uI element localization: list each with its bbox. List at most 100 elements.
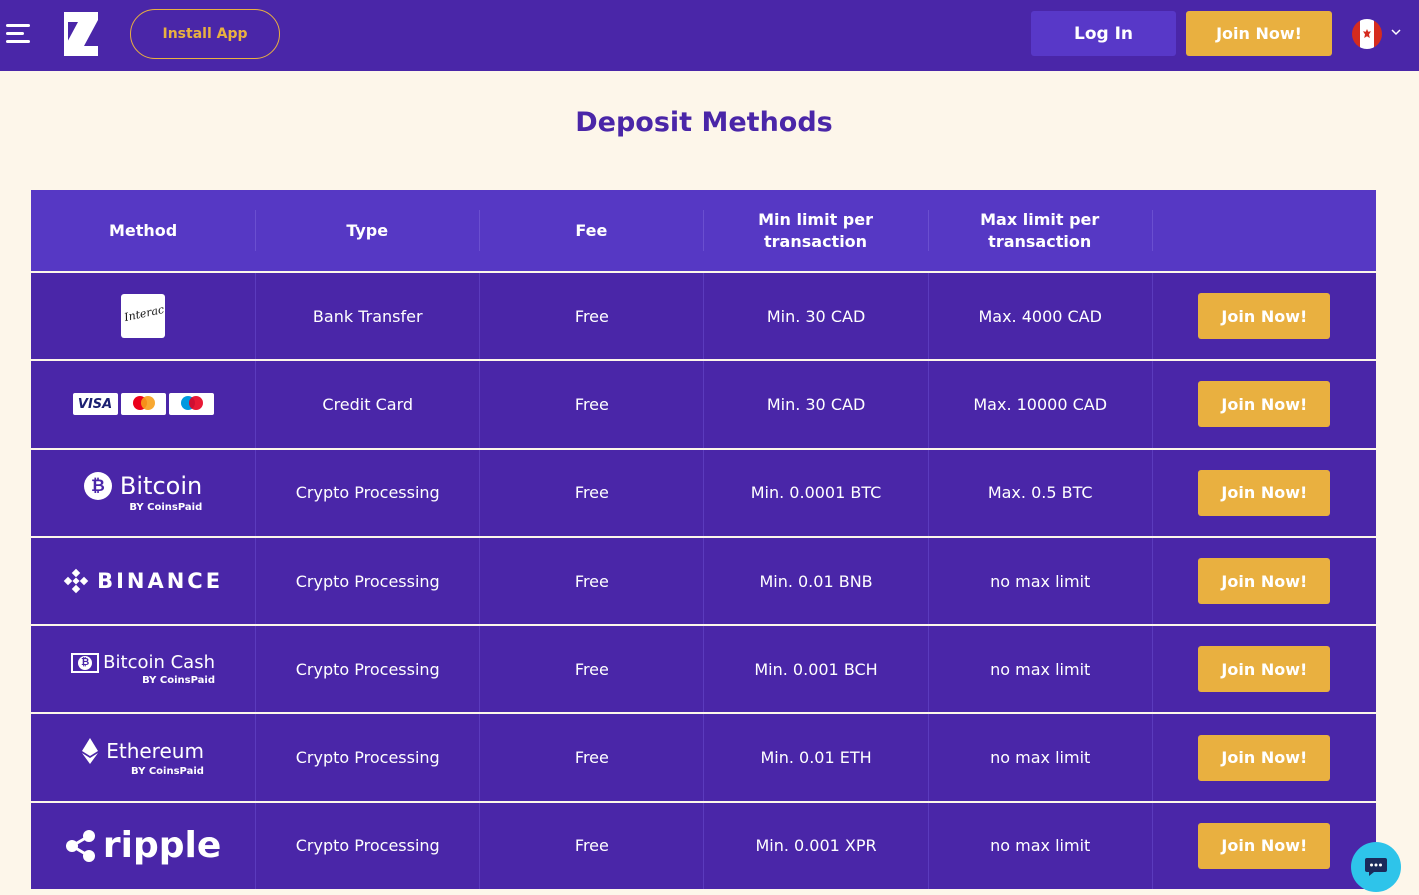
bitcoin-logo: ₿ Bitcoin BY CoinsPaid: [83, 472, 203, 514]
log-in-button[interactable]: Log In: [1031, 11, 1176, 56]
maestro-icon: [168, 393, 214, 416]
join-now-button[interactable]: Join Now!: [1198, 822, 1331, 869]
live-chat-button[interactable]: [1351, 842, 1401, 892]
max-limit-cell: no max limit: [927, 537, 1152, 625]
table-row: Interac Bank Transfer Free Min. 30 CAD M…: [31, 273, 1376, 362]
table-row: BINANCE Crypto Processing Free Min. 0.01…: [31, 537, 1376, 627]
min-limit-cell: Min. 0.001 BCH: [703, 626, 927, 713]
interac-logo: Interac: [121, 294, 166, 339]
deposit-methods-table: Method Type Fee Min limit per transactio…: [31, 190, 1376, 892]
table-row: Ethereum BY CoinsPaid Crypto Processing …: [31, 714, 1376, 803]
interac-logo-text: Interac: [123, 303, 166, 325]
join-now-button[interactable]: Join Now!: [1198, 558, 1331, 605]
column-header-max-limit: Max limit per transaction: [927, 190, 1152, 271]
coinspaid-label: BY CoinsPaid: [131, 766, 204, 778]
canada-flag-icon: [1352, 19, 1382, 49]
table-row: VISA Credit Card Free Min. 30 CAD Max. 1…: [31, 361, 1376, 450]
min-limit-cell: Min. 0.0001 BTC: [703, 449, 927, 536]
column-header-fee: Fee: [479, 190, 703, 271]
fee-cell: Free: [479, 273, 703, 360]
fee-cell: Free: [479, 714, 703, 801]
chevron-down-icon: [1391, 29, 1401, 36]
language-selector[interactable]: [1350, 17, 1406, 51]
fee-cell: Free: [479, 449, 703, 536]
join-now-button[interactable]: Join Now!: [1198, 734, 1331, 781]
min-limit-cell: Min. 0.001 XPR: [703, 802, 927, 890]
fee-cell: Free: [479, 802, 703, 890]
min-limit-cell: Min. 0.01 ETH: [703, 714, 927, 801]
method-cell: Ethereum BY CoinsPaid: [31, 714, 255, 800]
method-cell: BINANCE: [31, 538, 255, 624]
install-app-button[interactable]: Install App: [130, 9, 280, 59]
ripple-logo: ripple: [65, 825, 221, 866]
visa-logo: VISA: [72, 393, 118, 416]
join-now-button[interactable]: Join Now!: [1198, 469, 1331, 516]
type-cell: Crypto Processing: [255, 449, 479, 536]
action-cell: Join Now!: [1151, 714, 1376, 801]
type-cell: Bank Transfer: [255, 273, 479, 360]
method-cell: ₿ Bitcoin Cash BY CoinsPaid: [31, 626, 255, 712]
table-row: ₿ Bitcoin Cash BY CoinsPaid Crypto Proces…: [31, 626, 1376, 715]
fee-cell: Free: [479, 626, 703, 713]
column-header-type: Type: [255, 190, 479, 271]
ethereum-icon: [82, 738, 99, 765]
action-cell: Join Now!: [1151, 626, 1376, 713]
ethereum-logo: Ethereum BY CoinsPaid: [82, 738, 204, 777]
ethereum-logo-text: Ethereum: [106, 739, 204, 764]
max-limit-cell: Max. 4000 CAD: [927, 273, 1152, 360]
join-now-button[interactable]: Join Now!: [1198, 646, 1331, 693]
bitcoin-cash-logo: ₿ Bitcoin Cash BY CoinsPaid: [71, 652, 215, 686]
method-cell: VISA: [31, 361, 255, 447]
ripple-logo-text: ripple: [102, 825, 222, 867]
method-cell: Interac: [31, 273, 255, 359]
min-limit-cell: Min. 30 CAD: [703, 361, 927, 448]
binance-logo: BINANCE: [63, 568, 223, 594]
max-limit-cell: Max. 10000 CAD: [927, 361, 1152, 448]
binance-icon: [63, 568, 89, 594]
min-limit-cell: Min. 30 CAD: [703, 273, 927, 360]
coinspaid-label: BY CoinsPaid: [129, 502, 203, 514]
min-limit-cell: Min. 0.01 BNB: [703, 537, 927, 625]
join-now-button[interactable]: Join Now!: [1198, 293, 1331, 340]
action-cell: Join Now!: [1151, 273, 1376, 360]
action-cell: Join Now!: [1151, 361, 1376, 448]
table-row: ripple Crypto Processing Free Min. 0.001…: [31, 802, 1376, 892]
fee-cell: Free: [479, 537, 703, 625]
column-header-min-limit: Min limit per transaction: [703, 190, 927, 271]
method-cell: ripple: [31, 803, 255, 889]
type-cell: Crypto Processing: [255, 802, 479, 890]
method-cell: ₿ Bitcoin BY CoinsPaid: [31, 450, 255, 536]
max-limit-cell: no max limit: [927, 626, 1152, 713]
ripple-icon: [65, 829, 95, 862]
action-cell: Join Now!: [1151, 537, 1376, 625]
type-cell: Crypto Processing: [255, 626, 479, 713]
type-cell: Crypto Processing: [255, 714, 479, 801]
type-cell: Credit Card: [255, 361, 479, 448]
type-cell: Crypto Processing: [255, 537, 479, 625]
top-navigation-bar: Install App Log In Join Now!: [0, 0, 1419, 71]
max-limit-cell: Max. 0.5 BTC: [927, 449, 1152, 536]
table-row: ₿ Bitcoin BY CoinsPaid Crypto Processing …: [31, 449, 1376, 538]
column-header-method: Method: [108, 220, 178, 240]
join-now-header-button[interactable]: Join Now!: [1186, 11, 1332, 56]
coinspaid-label: BY CoinsPaid: [142, 675, 215, 687]
site-logo-icon[interactable]: [62, 10, 100, 58]
max-limit-cell: no max limit: [927, 714, 1152, 801]
binance-logo-text: BINANCE: [97, 569, 224, 594]
page-title: Deposit Methods: [575, 107, 833, 138]
action-cell: Join Now!: [1151, 449, 1376, 536]
table-header-row: Method Type Fee Min limit per transactio…: [31, 190, 1376, 273]
bitcoin-cash-logo-text: Bitcoin Cash: [103, 652, 215, 674]
action-cell: Join Now!: [1151, 802, 1376, 890]
join-now-button[interactable]: Join Now!: [1198, 381, 1331, 428]
column-header-action: [1151, 190, 1376, 271]
fee-cell: Free: [479, 361, 703, 448]
bitcoin-cash-icon: ₿: [71, 652, 100, 673]
max-limit-cell: no max limit: [927, 802, 1152, 890]
bitcoin-icon: ₿: [83, 472, 112, 501]
bitcoin-logo-text: Bitcoin: [119, 472, 203, 501]
card-logos: VISA: [72, 393, 214, 416]
chat-bubble-icon: [1365, 858, 1387, 876]
mastercard-icon: [120, 393, 166, 416]
hamburger-menu-icon[interactable]: [6, 22, 32, 46]
